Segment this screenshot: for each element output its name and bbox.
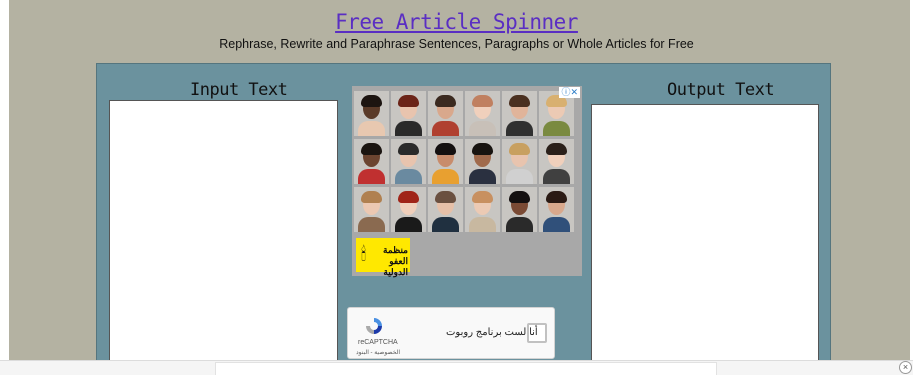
portrait-body [432, 217, 459, 232]
site-title-link[interactable]: Free Article Spinner [0, 10, 913, 34]
portrait-body [469, 217, 496, 232]
recaptcha-label: أنا لست برنامج روبوت [446, 327, 538, 338]
ad-portrait [391, 139, 426, 184]
input-text-label: Input Text [190, 80, 288, 100]
portrait-body [432, 169, 459, 184]
portrait-hair [435, 95, 456, 107]
portrait-body [543, 121, 570, 136]
portrait-body [543, 217, 570, 232]
portrait-body [506, 169, 533, 184]
output-text-label: Output Text [667, 80, 775, 100]
bottom-ad-slot[interactable] [215, 362, 717, 375]
portrait-hair [472, 95, 493, 107]
portrait-body [395, 169, 422, 184]
ad-portrait [354, 91, 389, 136]
ad-portrait [502, 139, 537, 184]
ad-portrait [391, 91, 426, 136]
portrait-body [395, 217, 422, 232]
portrait-hair [398, 191, 419, 203]
portrait-hair [398, 143, 419, 155]
portrait-hair [509, 95, 530, 107]
ad-portrait [502, 187, 537, 232]
portrait-body [506, 217, 533, 232]
ad-portrait [465, 187, 500, 232]
ad-portrait [428, 91, 463, 136]
ad-portrait [428, 187, 463, 232]
portrait-body [395, 121, 422, 136]
portrait-hair [361, 95, 382, 107]
ad-portrait [539, 187, 574, 232]
portrait-body [358, 121, 385, 136]
portrait-hair [509, 143, 530, 155]
amnesty-logo: 🕯 منظمة العفو الدولية [356, 238, 410, 277]
portrait-body [469, 169, 496, 184]
recaptcha-widget: أنا لست برنامج روبوت reCAPTCHA الخصوصية … [347, 307, 555, 359]
input-textarea[interactable] [109, 100, 338, 374]
portrait-hair [546, 143, 567, 155]
portrait-hair [472, 191, 493, 203]
portrait-body [506, 121, 533, 136]
candle-icon: 🕯 [361, 244, 367, 264]
portrait-body [432, 121, 459, 136]
recaptcha-terms-link[interactable]: الخصوصية - البنود [356, 349, 400, 356]
close-icon[interactable]: × [899, 361, 912, 374]
portrait-body [358, 169, 385, 184]
ad-portrait [502, 91, 537, 136]
output-textarea[interactable] [591, 104, 819, 374]
ad-portrait [465, 91, 500, 136]
portrait-hair [435, 143, 456, 155]
site-subtitle: Rephrase, Rewrite and Paraphrase Sentenc… [219, 37, 694, 51]
portrait-body [469, 121, 496, 136]
ad-face-grid [354, 91, 574, 232]
portrait-hair [361, 143, 382, 155]
ad-portrait [354, 139, 389, 184]
portrait-hair [398, 95, 419, 107]
ad-portrait [391, 187, 426, 232]
portrait-body [358, 217, 385, 232]
recaptcha-brand: reCAPTCHA [358, 339, 398, 346]
ad-portrait [354, 187, 389, 232]
ad-portrait [465, 139, 500, 184]
portrait-hair [509, 191, 530, 203]
portrait-body [543, 169, 570, 184]
adchoices-icon[interactable]: ⓘ✕ [559, 87, 580, 98]
portrait-hair [435, 191, 456, 203]
ad-portrait [428, 139, 463, 184]
portrait-hair [546, 191, 567, 203]
portrait-hair [472, 143, 493, 155]
portrait-hair [361, 191, 382, 203]
ad-brand-text: منظمة العفو الدولية [383, 245, 408, 277]
display-ad[interactable]: ⓘ✕ 🕯 منظمة العفو الدولية [352, 86, 582, 277]
recaptcha-logo-icon [366, 318, 382, 334]
ad-portrait [539, 139, 574, 184]
